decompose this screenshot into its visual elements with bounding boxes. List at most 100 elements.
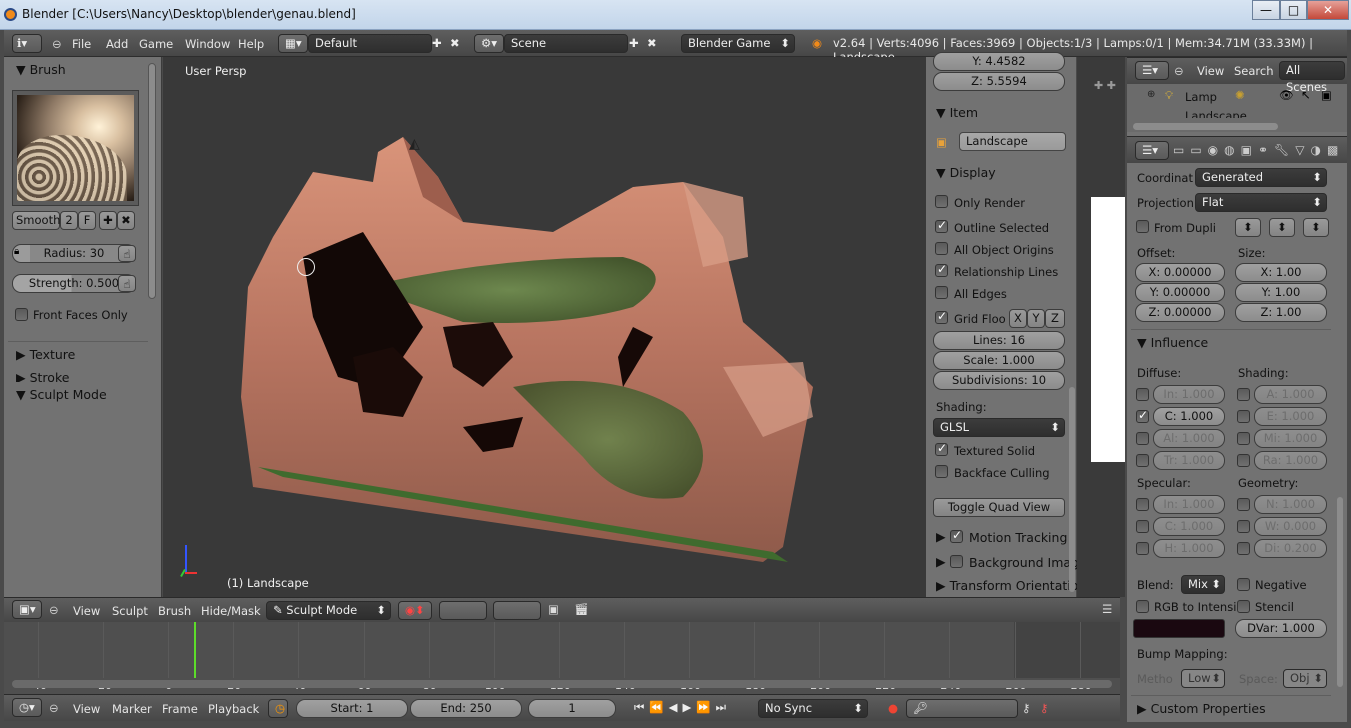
dvar-field[interactable]: DVar: 1.000 — [1235, 619, 1327, 638]
texture-color-swatch[interactable] — [1133, 619, 1225, 638]
outliner-collapse-icon[interactable]: ⊖ — [1174, 64, 1184, 78]
timeline-scrollbar[interactable] — [12, 680, 1112, 688]
coordinate-select[interactable]: Generated ⬍ — [1195, 168, 1327, 187]
background-images-checkbox[interactable] — [950, 555, 963, 568]
render-engine-select[interactable]: Blender Game ⬍ — [681, 34, 795, 53]
3d-view-collapse-icon[interactable]: ⊖ — [49, 603, 59, 617]
current-frame-field[interactable]: 1 — [528, 699, 616, 718]
geometry-displace-checkbox[interactable] — [1237, 542, 1250, 555]
sync-mode-select[interactable]: No Sync ⬍ — [758, 699, 868, 718]
blend-select[interactable]: Mix ⬍ — [1181, 575, 1225, 594]
grid-lines-field[interactable]: Lines: 16 — [933, 331, 1065, 350]
diffuse-translucency-field[interactable]: Tr: 1.000 — [1153, 451, 1225, 470]
timeline-editor-type[interactable]: ◷▾ — [12, 698, 42, 717]
outliner-landscape-row[interactable]: Landscape — [1127, 109, 1347, 118]
playback-controls[interactable]: ⏮⏪◀▶⏩⏭ — [634, 700, 731, 715]
texture-panel-header[interactable]: ▶ Texture — [16, 347, 75, 362]
shading-emit-checkbox[interactable] — [1237, 410, 1250, 423]
specular-color-field[interactable]: C: 1.000 — [1153, 517, 1225, 536]
shading-mirror-field[interactable]: Mi: 1.000 — [1254, 429, 1327, 448]
delete-scene-button[interactable]: ✖ — [647, 36, 657, 50]
diffuse-color-field[interactable]: C: 1.000 — [1153, 407, 1225, 426]
toggle-quad-view-button[interactable]: Toggle Quad View — [933, 498, 1065, 517]
add-screen-button[interactable]: ✚ — [432, 36, 442, 50]
properties-editor-scrollbar[interactable] — [1337, 497, 1343, 687]
lock-camera-icon[interactable]: ▣ — [548, 602, 559, 616]
timeline-menu-frame[interactable]: Frame — [162, 702, 198, 716]
layers-row-2[interactable] — [493, 601, 541, 620]
3d-view-menu-view[interactable]: View — [73, 604, 100, 618]
projection-select[interactable]: Flat ⬍ — [1195, 193, 1327, 212]
diffuse-intensity-checkbox[interactable] — [1136, 388, 1149, 401]
insert-keyframe-icon[interactable]: ⚷ — [1022, 701, 1030, 715]
outliner-editor-type[interactable]: ☰▾ — [1135, 61, 1169, 80]
timeline-collapse-icon[interactable]: ⊖ — [49, 701, 59, 715]
specular-intensity-field[interactable]: In: 1.000 — [1153, 495, 1225, 514]
grid-axis-y-toggle[interactable]: Y — [1027, 309, 1045, 328]
screen-layout-select[interactable]: Default — [308, 34, 432, 53]
start-frame-field[interactable]: Start: 1 — [296, 699, 408, 718]
strength-pressure-icon[interactable]: ☝ — [118, 275, 136, 292]
preview-range-icon[interactable]: ◷ — [268, 699, 288, 718]
mapping-y-select[interactable]: ⬍ — [1269, 218, 1295, 237]
interaction-mode-select[interactable]: ✎ Sculpt Mode ⬍ — [266, 601, 391, 620]
render-camera-icon[interactable]: ▣ — [1321, 88, 1332, 102]
geometry-normal-checkbox[interactable] — [1237, 498, 1250, 511]
screen-layout-icon[interactable]: ▦▾ — [278, 34, 308, 53]
outline-selected-checkbox[interactable] — [935, 218, 948, 233]
relationship-lines-checkbox[interactable] — [935, 262, 948, 277]
viewport-shading-select[interactable]: ◉⬍ — [398, 601, 432, 620]
from-dupli-checkbox[interactable] — [1136, 220, 1149, 233]
3d-view-menu-hide-mask[interactable]: Hide/Mask — [201, 604, 261, 618]
location-y-field[interactable]: Y: 4.4582 — [933, 52, 1065, 71]
bump-space-select[interactable]: Obj ⬍ — [1283, 669, 1327, 688]
stroke-panel-header[interactable]: ▶ Stroke — [16, 370, 69, 382]
diffuse-intensity-field[interactable]: In: 1.000 — [1153, 385, 1225, 404]
end-frame-field[interactable]: End: 250 — [410, 699, 522, 718]
geometry-warp-checkbox[interactable] — [1237, 520, 1250, 533]
menu-file[interactable]: File — [72, 37, 91, 51]
all-origins-checkbox[interactable] — [935, 242, 948, 255]
outliner-lamp-item[interactable]: Lamp — [1185, 90, 1217, 104]
add-scene-button[interactable]: ✚ — [629, 36, 639, 50]
menu-game[interactable]: Game — [139, 37, 173, 51]
specular-color-checkbox[interactable] — [1136, 520, 1149, 533]
timeline-editor[interactable]: -40-200204060801001201401601802002202402… — [4, 622, 1120, 694]
record-button[interactable]: ● — [888, 701, 898, 715]
lock-icon[interactable]: 🔒︎ — [14, 246, 19, 257]
unlink-brush-button[interactable]: ✖ — [117, 211, 135, 230]
scene-icon[interactable]: ⚙▾ — [474, 34, 504, 53]
diffuse-translucency-checkbox[interactable] — [1136, 454, 1149, 467]
background-images-panel-header[interactable]: ▶ — [936, 554, 946, 569]
shading-ambient-checkbox[interactable] — [1237, 388, 1250, 401]
brush-panel-header[interactable]: ▼ Brush — [16, 62, 66, 77]
item-panel-header[interactable]: ▼ Item — [936, 105, 978, 120]
geometry-normal-field[interactable]: N: 1.000 — [1254, 495, 1327, 514]
timeline-menu-view[interactable]: View — [73, 702, 100, 716]
offset-x-field[interactable]: X: 0.00000 — [1135, 263, 1225, 282]
outliner-display-select[interactable]: All Scenes — [1279, 61, 1345, 94]
landscape-mesh[interactable] — [163, 57, 926, 597]
maximize-button[interactable]: □ — [1280, 0, 1307, 20]
timeline-menu-marker[interactable]: Marker — [112, 702, 152, 716]
shading-ray-mirror-field[interactable]: Ra: 1.000 — [1254, 451, 1327, 470]
diffuse-alpha-field[interactable]: Al: 1.000 — [1153, 429, 1225, 448]
all-edges-checkbox[interactable] — [935, 286, 948, 299]
size-x-field[interactable]: X: 1.00 — [1235, 263, 1327, 282]
brush-users-count[interactable]: 2 — [60, 211, 78, 230]
timeline-menu-playback[interactable]: Playback — [208, 702, 259, 716]
stencil-checkbox[interactable] — [1237, 600, 1250, 613]
visibility-eye-icon[interactable]: 👁︎ — [1279, 88, 1294, 102]
editor-type-icon[interactable]: ℹ▾ — [12, 34, 42, 53]
diffuse-alpha-checkbox[interactable] — [1136, 432, 1149, 445]
shading-ray-mirror-checkbox[interactable] — [1237, 454, 1250, 467]
menu-add[interactable]: Add — [106, 37, 128, 51]
close-button[interactable]: ✕ — [1307, 0, 1349, 20]
mapping-z-select[interactable]: ⬍ — [1303, 218, 1329, 237]
menu-help[interactable]: Help — [238, 37, 264, 51]
split-icon[interactable]: ✚ ✚ — [1094, 79, 1116, 92]
textured-solid-checkbox[interactable] — [935, 441, 948, 456]
diffuse-color-checkbox[interactable] — [1136, 408, 1149, 423]
offset-z-field[interactable]: Z: 0.00000 — [1135, 303, 1225, 322]
brush-name-field[interactable]: Smooth — [12, 211, 60, 230]
